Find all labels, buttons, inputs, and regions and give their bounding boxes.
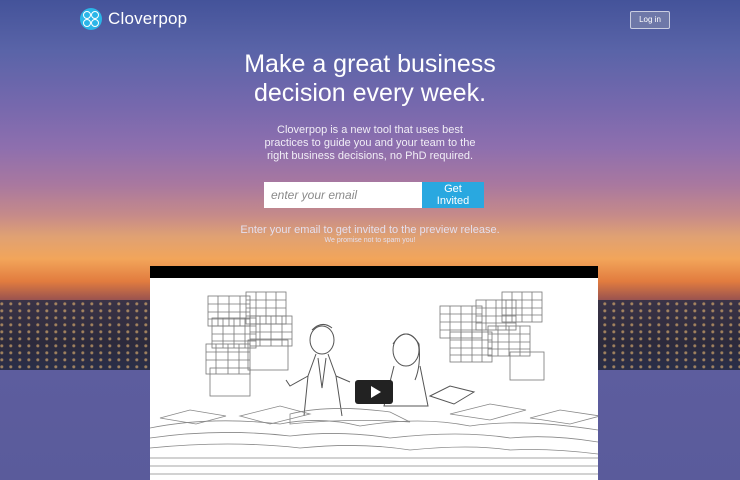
- hero-headline: Make a great business decision every wee…: [0, 50, 740, 108]
- signup-form: Get Invited: [264, 182, 484, 208]
- hero-subtext: Cloverpop is a new tool that uses best p…: [0, 124, 740, 163]
- video-play-button[interactable]: [355, 380, 393, 404]
- signup-note: Enter your email to get invited to the p…: [240, 224, 500, 236]
- video-player[interactable]: [150, 266, 598, 480]
- login-button[interactable]: Log in: [630, 11, 670, 29]
- paper-piles: [150, 403, 598, 475]
- sketch-illustration: [150, 291, 598, 475]
- play-icon: [370, 386, 381, 398]
- subtext-line: right business decisions, no PhD require…: [266, 150, 474, 162]
- video-top-bar: [150, 266, 598, 278]
- headline-line: decision every week.: [253, 79, 487, 107]
- calendar-stack-right: [439, 291, 545, 381]
- no-spam-note: We promise not to spam you!: [324, 237, 416, 244]
- subtext-line: practices to guide you and your team to …: [264, 137, 476, 149]
- woman-figure: [383, 333, 476, 407]
- clover-logo-icon: [80, 8, 102, 30]
- brand-logo[interactable]: Cloverpop: [80, 8, 187, 30]
- get-invited-button[interactable]: Get Invited: [422, 182, 484, 208]
- headline-line: Make a great business: [244, 50, 496, 78]
- email-input[interactable]: [264, 182, 422, 208]
- subtext-line: Cloverpop is a new tool that uses best: [277, 124, 463, 136]
- calendar-stack-left: [205, 291, 293, 397]
- brand-name: Cloverpop: [108, 9, 188, 28]
- man-figure: [285, 324, 351, 417]
